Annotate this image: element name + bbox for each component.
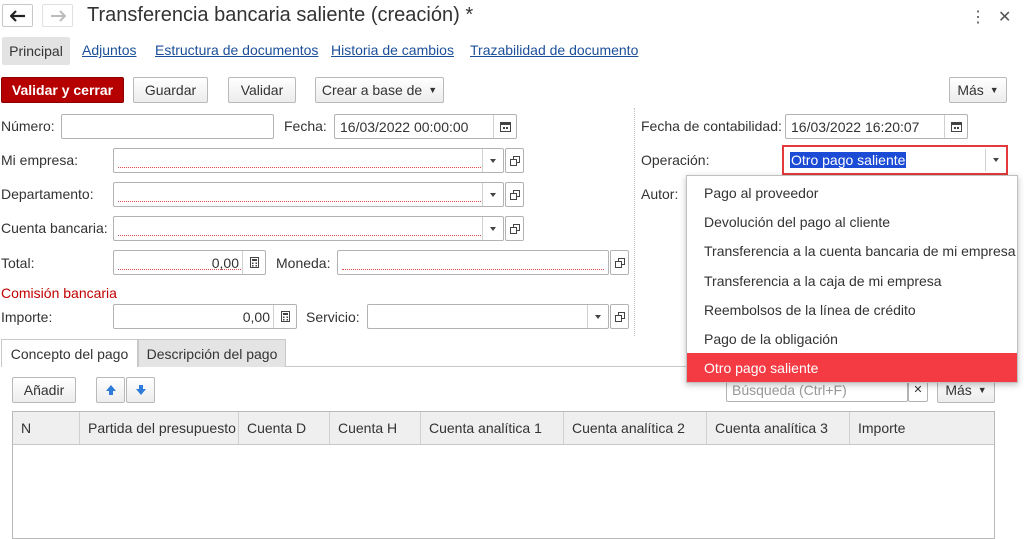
- chevron-down-icon[interactable]: [482, 217, 503, 240]
- calendar-icon[interactable]: [944, 115, 967, 138]
- arrow-down-icon: [135, 385, 146, 395]
- forward-button[interactable]: [42, 4, 73, 27]
- importe-input[interactable]: 0,00: [113, 304, 297, 329]
- servicio-select[interactable]: [367, 304, 609, 329]
- chevron-down-icon: ▼: [428, 85, 438, 95]
- column-header[interactable]: Cuenta analítica 3: [707, 412, 850, 444]
- menu-item[interactable]: Reembolsos de la línea de crédito: [687, 295, 1017, 324]
- column-header[interactable]: Cuenta H: [330, 412, 421, 444]
- column-header[interactable]: Partida del presupuesto: [80, 412, 239, 444]
- move-down-button[interactable]: [126, 377, 155, 403]
- tab-principal[interactable]: Principal: [2, 37, 70, 65]
- column-header[interactable]: Importe: [850, 412, 994, 444]
- validar-button[interactable]: Validar: [228, 77, 296, 103]
- fecha-value: 16/03/2022 00:00:00: [340, 119, 469, 135]
- importe-label: Importe:: [1, 309, 53, 325]
- open-icon[interactable]: [505, 148, 524, 173]
- total-label: Total:: [1, 255, 35, 271]
- menu-item-selected[interactable]: Otro pago saliente: [687, 353, 1017, 382]
- menu-item[interactable]: Transferencia a la caja de mi empresa: [687, 266, 1017, 295]
- close-icon: ✕: [913, 384, 923, 396]
- required-underline: [118, 167, 481, 168]
- autor-label: Autor:: [641, 186, 679, 202]
- column-header[interactable]: N: [13, 412, 80, 444]
- page-title: Transferencia bancaria saliente (creació…: [87, 4, 474, 26]
- empresa-label: Mi empresa:: [1, 152, 79, 168]
- search-placeholder: Búsqueda (Ctrl+F): [732, 382, 847, 398]
- close-icon[interactable]: ✕: [998, 7, 1011, 27]
- chevron-down-icon: ▼: [977, 385, 987, 395]
- mas-label: Más: [957, 82, 984, 98]
- cuenta-select[interactable]: [113, 216, 504, 241]
- open-icon[interactable]: [610, 250, 629, 275]
- mas-button[interactable]: Más ▼: [949, 77, 1007, 103]
- menu-item[interactable]: Devolución del pago al cliente: [687, 207, 1017, 236]
- table-mas-label: Más: [945, 382, 972, 398]
- menu-item[interactable]: Pago de la obligación: [687, 324, 1017, 353]
- tab-divider: [286, 366, 686, 367]
- open-icon[interactable]: [505, 216, 524, 241]
- servicio-label: Servicio:: [306, 309, 360, 325]
- link-estructura[interactable]: Estructura de documentos: [155, 42, 318, 58]
- open-icon[interactable]: [505, 182, 524, 207]
- total-value: 0,00: [211, 255, 239, 271]
- arrow-up-icon: [105, 385, 116, 395]
- fecha-contabilidad-label: Fecha de contabilidad:: [641, 118, 782, 134]
- calendar-icon[interactable]: [493, 115, 516, 138]
- arrow-left-icon: [9, 9, 25, 22]
- departamento-select[interactable]: [113, 182, 504, 207]
- fecha-input[interactable]: 16/03/2022 00:00:00: [334, 114, 517, 139]
- back-button[interactable]: [2, 4, 33, 27]
- column-header[interactable]: Cuenta analítica 1: [421, 412, 564, 444]
- menu-item[interactable]: Pago al proveedor: [687, 178, 1017, 207]
- tab-concepto[interactable]: Concepto del pago: [1, 339, 138, 367]
- open-icon[interactable]: [610, 304, 629, 329]
- calculator-icon[interactable]: [273, 305, 296, 328]
- validar-cerrar-button[interactable]: Validar y cerrar: [1, 77, 124, 103]
- more-vert-icon[interactable]: ⋮: [970, 7, 986, 27]
- crear-base-label: Crear a base de: [321, 82, 423, 98]
- anadir-button[interactable]: Añadir: [12, 377, 76, 403]
- link-adjuntos[interactable]: Adjuntos: [82, 42, 136, 58]
- chevron-down-icon[interactable]: [482, 149, 503, 172]
- departamento-label: Departamento:: [1, 186, 94, 202]
- required-underline: [342, 269, 604, 270]
- operacion-label: Operación:: [641, 152, 710, 168]
- required-underline: [118, 235, 481, 236]
- link-historia[interactable]: Historia de cambios: [331, 42, 454, 58]
- table-header: N Partida del presupuesto Cuenta D Cuent…: [13, 412, 994, 445]
- total-input[interactable]: 0,00: [113, 250, 266, 275]
- moneda-select[interactable]: [337, 250, 609, 275]
- importe-value: 0,00: [242, 309, 270, 325]
- cuenta-label: Cuenta bancaria:: [1, 220, 108, 236]
- column-header[interactable]: Cuenta analítica 2: [564, 412, 707, 444]
- comision-heading: Comisión bancaria: [1, 285, 117, 301]
- moneda-label: Moneda:: [276, 255, 331, 271]
- required-underline: [118, 201, 481, 202]
- guardar-button[interactable]: Guardar: [133, 77, 208, 103]
- fecha-contabilidad-value: 16/03/2022 16:20:07: [791, 119, 920, 135]
- column-divider: [634, 108, 635, 336]
- link-trazabilidad[interactable]: Trazabilidad de documento: [470, 42, 638, 58]
- payment-lines-table[interactable]: N Partida del presupuesto Cuenta D Cuent…: [12, 411, 995, 539]
- operacion-value: Otro pago saliente: [790, 152, 907, 168]
- crear-base-button[interactable]: Crear a base de ▼: [315, 77, 444, 103]
- fecha-label: Fecha:: [284, 118, 327, 134]
- numero-label: Número:: [1, 118, 55, 134]
- operacion-select[interactable]: Otro pago saliente: [782, 145, 1008, 175]
- chevron-down-icon[interactable]: [985, 149, 1006, 171]
- chevron-down-icon[interactable]: [482, 183, 503, 206]
- menu-item[interactable]: Transferencia a la cuenta bancaria de mi…: [687, 236, 1017, 265]
- numero-input[interactable]: [61, 114, 274, 139]
- chevron-down-icon: ▼: [989, 85, 999, 95]
- operacion-dropdown-menu: Pago al proveedor Devolución del pago al…: [686, 175, 1018, 383]
- chevron-down-icon[interactable]: [587, 305, 608, 328]
- tab-descripcion[interactable]: Descripción del pago: [138, 339, 286, 367]
- arrow-right-icon: [50, 9, 66, 22]
- empresa-select[interactable]: [113, 148, 504, 173]
- calculator-icon[interactable]: [242, 251, 265, 274]
- move-up-button[interactable]: [96, 377, 125, 403]
- column-header[interactable]: Cuenta D: [239, 412, 330, 444]
- fecha-contabilidad-input[interactable]: 16/03/2022 16:20:07: [785, 114, 968, 139]
